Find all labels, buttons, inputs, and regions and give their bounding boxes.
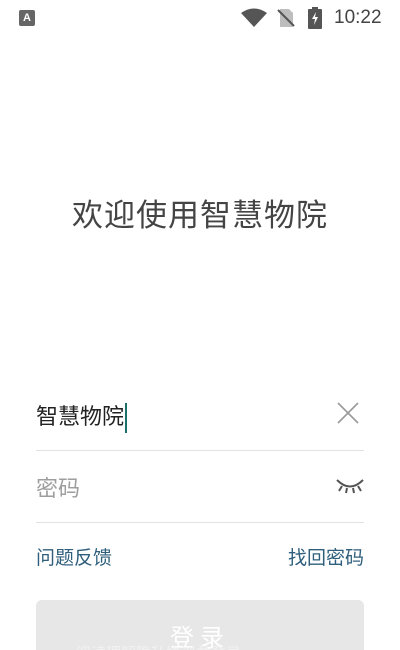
- recover-password-link[interactable]: 找回密码: [288, 543, 364, 570]
- password-placeholder[interactable]: 密码: [36, 471, 80, 503]
- status-time: 10:22: [334, 7, 382, 28]
- clear-icon[interactable]: [336, 401, 360, 425]
- feedback-link[interactable]: 问题反馈: [36, 543, 112, 570]
- eye-closed-icon[interactable]: [336, 477, 364, 495]
- app-notification-icon: A: [19, 10, 35, 26]
- no-sim-icon: [277, 9, 295, 27]
- text-caret: [125, 403, 128, 433]
- privacy-overlay-text: 阅读理解隐私协议并登录: [76, 642, 241, 650]
- wifi-icon: [241, 8, 267, 27]
- welcome-title: 欢迎使用智慧物院: [72, 198, 328, 234]
- username-field[interactable]: 智慧物院: [36, 385, 364, 451]
- status-bar: A 10:22: [0, 0, 400, 36]
- password-field[interactable]: 密码: [36, 457, 364, 523]
- battery-charging-icon: [308, 7, 322, 29]
- username-value[interactable]: 智慧物院: [36, 405, 124, 430]
- username-value-wrap[interactable]: 智慧物院: [36, 399, 128, 433]
